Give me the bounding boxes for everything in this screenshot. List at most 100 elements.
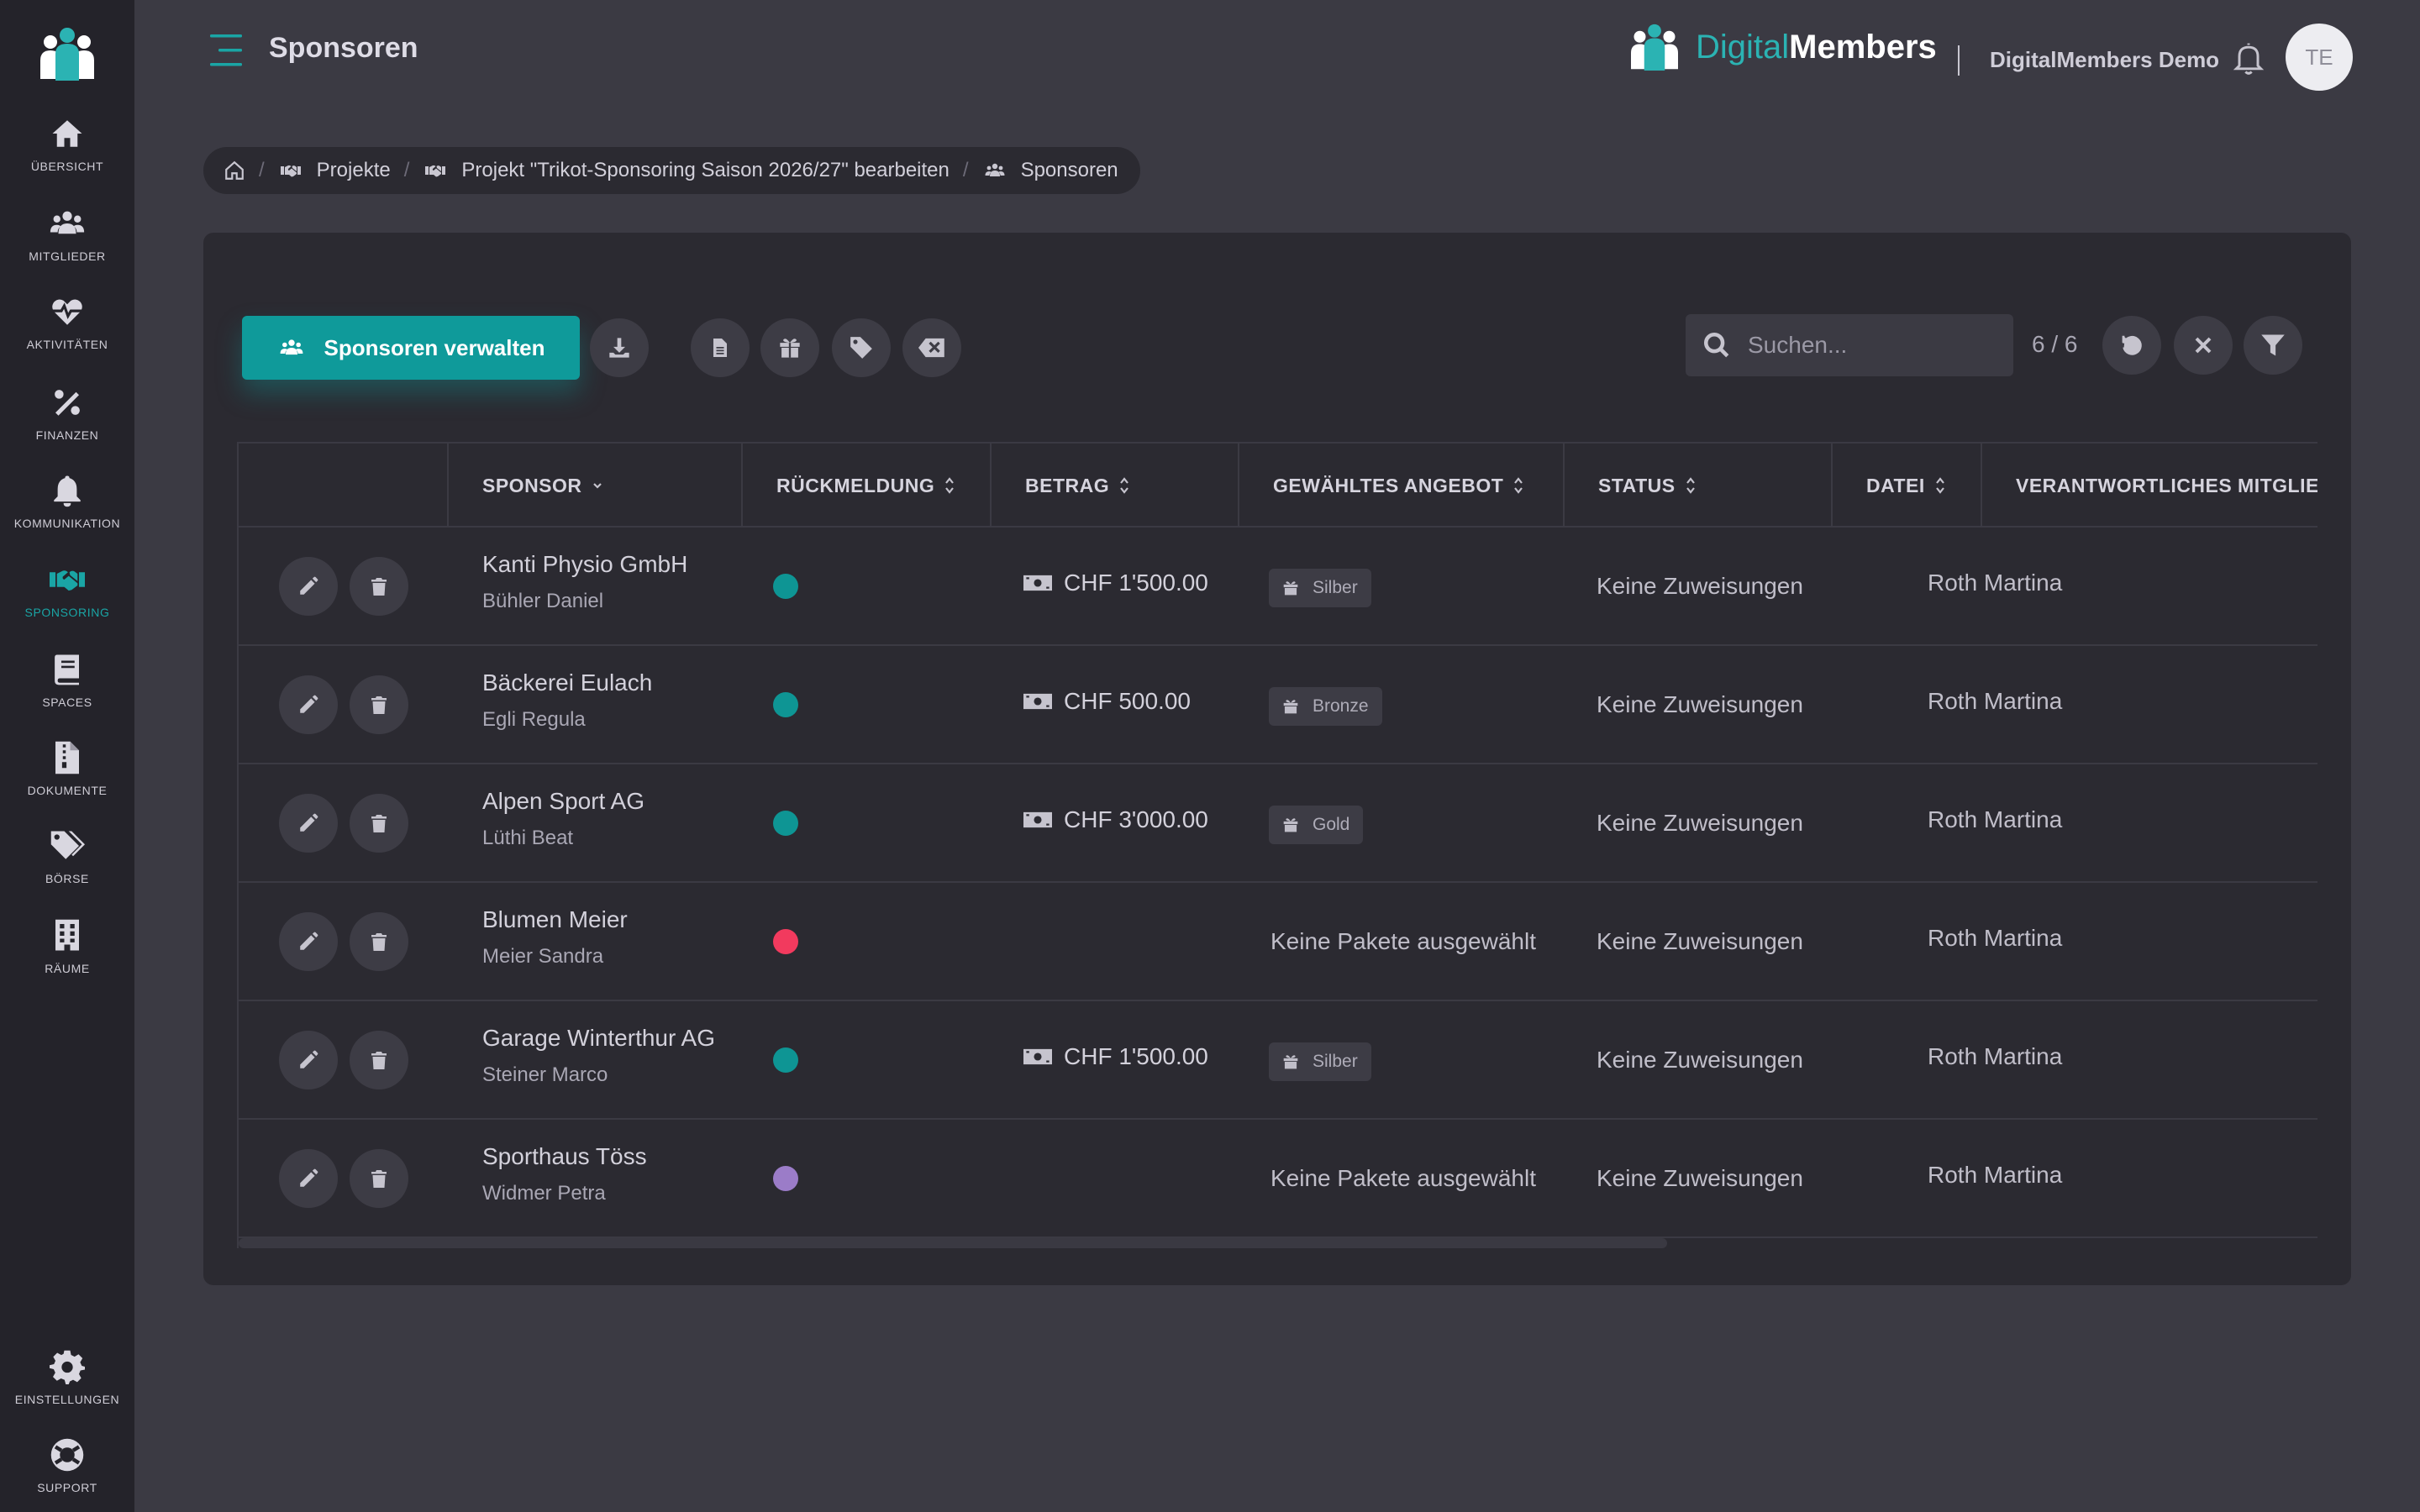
delete-button[interactable] [350, 912, 408, 971]
edit-button[interactable] [279, 794, 338, 853]
bell-icon [54, 475, 81, 507]
handshake-icon [280, 165, 301, 177]
logo-icon[interactable] [34, 27, 101, 81]
pencil-icon [300, 695, 318, 713]
gift-icon [1283, 1055, 1298, 1069]
sponsor-name[interactable]: Kanti Physio GmbH [482, 551, 687, 578]
home-icon[interactable] [224, 160, 245, 181]
manage-sponsors-button[interactable]: Sponsoren verwalten [242, 316, 580, 380]
manage-sponsors-label: Sponsoren verwalten [324, 334, 545, 360]
edit-button[interactable] [279, 1149, 338, 1208]
column-header-sponsor[interactable]: SPONSOR [447, 444, 741, 528]
sponsor-name[interactable]: Bäckerei Eulach [482, 669, 652, 696]
edit-button[interactable] [279, 1031, 338, 1089]
response-status-dot [773, 811, 798, 836]
sidebar-item-label: AKTIVITÄTEN [26, 338, 108, 351]
sponsor-contact: Lüthi Beat [482, 827, 574, 849]
no-package-text: Keine Pakete ausgewählt [1270, 1165, 1536, 1191]
clear-filter-button[interactable] [2174, 316, 2233, 375]
clear-tags-button[interactable] [902, 318, 961, 377]
column-header-verantwortliches-mitglied[interactable]: VERANTWORTLICHES MITGLIED [1981, 444, 2317, 528]
sidebar: ÜBERSICHT MITGLIEDER AKTIVITÄTEN FINANZE… [0, 0, 134, 1512]
sidebar-item-finanzen[interactable]: FINANZEN [0, 385, 134, 460]
amount-value: CHF 500.00 [1064, 688, 1191, 714]
reset-button[interactable] [2102, 316, 2161, 375]
delete-button[interactable] [350, 1031, 408, 1089]
column-header-betrag[interactable]: BETRAG [990, 444, 1238, 528]
gift-icon [780, 339, 800, 358]
column-header-label: VERANTWORTLICHES MITGLIED [2016, 474, 2317, 496]
column-header-label: GEWÄHLTES ANGEBOT [1273, 474, 1504, 496]
sponsor-name[interactable]: Sporthaus Töss [482, 1143, 647, 1170]
sponsor-name[interactable]: Alpen Sport AG [482, 788, 644, 815]
edit-button[interactable] [279, 912, 338, 971]
column-header-label: BETRAG [1025, 474, 1110, 496]
table-row: Bäckerei Eulach Egli Regula CHF 500.00 B… [239, 646, 2317, 764]
result-count: 6 / 6 [2032, 331, 2078, 357]
column-header-rueckmeldung[interactable]: RÜCKMELDUNG [741, 444, 990, 528]
breadcrumb-item-projekt-bearbeiten[interactable]: Projekt "Trikot-Sponsoring Saison 2026/2… [423, 159, 950, 182]
package-label: Silber [1313, 1052, 1358, 1071]
tags-icon [50, 831, 85, 859]
edit-button[interactable] [279, 675, 338, 734]
gift-button[interactable] [760, 318, 819, 377]
column-header-label: SPONSOR [482, 474, 582, 496]
horizontal-scrollbar[interactable] [239, 1238, 1667, 1248]
sponsor-name[interactable]: Garage Winterthur AG [482, 1025, 715, 1052]
download-button[interactable] [590, 318, 649, 377]
notifications-bell-icon[interactable] [2230, 39, 2267, 77]
sidebar-item-mitglieder[interactable]: MITGLIEDER [0, 206, 134, 281]
breadcrumb-item-sponsoren[interactable]: Sponsoren [982, 159, 1118, 182]
sort-icon [1120, 477, 1128, 494]
users-icon [50, 211, 85, 234]
breadcrumb-label: Projekt "Trikot-Sponsoring Saison 2026/2… [461, 159, 950, 181]
sidebar-item-raeume[interactable]: RÄUME [0, 918, 134, 994]
sidebar-item-aktivitaeten[interactable]: AKTIVITÄTEN [0, 294, 134, 370]
sidebar-item-label: FINANZEN [35, 428, 99, 442]
package-label: Gold [1313, 815, 1350, 834]
delete-button[interactable] [350, 557, 408, 616]
organization-name[interactable]: DigitalMembers Demo [1990, 47, 2219, 73]
document-icon [713, 339, 727, 357]
sidebar-item-label: DOKUMENTE [27, 784, 108, 797]
document-button[interactable] [691, 318, 750, 377]
column-header-status[interactable]: STATUS [1563, 444, 1831, 528]
sidebar-item-kommunikation[interactable]: KOMMUNIKATION [0, 473, 134, 549]
sidebar-item-label: MITGLIEDER [29, 249, 106, 263]
breadcrumb-label: Sponsoren [1020, 159, 1118, 181]
delete-button[interactable] [350, 675, 408, 734]
sidebar-item-boerse[interactable]: BÖRSE [0, 828, 134, 904]
money-icon [1023, 811, 1052, 828]
pencil-icon [300, 1050, 318, 1068]
response-status-dot [773, 929, 798, 954]
menu-toggle-icon[interactable] [208, 32, 245, 69]
search-input[interactable] [1748, 332, 2000, 359]
filter-button[interactable] [2244, 316, 2302, 375]
sidebar-item-label: SPONSORING [24, 606, 110, 619]
brand-logo[interactable]: DigitalMembers [1625, 24, 1937, 71]
sidebar-item-label: KOMMUNIKATION [13, 517, 121, 530]
tag-button[interactable] [832, 318, 891, 377]
sidebar-item-sponsoring[interactable]: SPONSORING [0, 562, 134, 638]
user-avatar[interactable]: TE [2286, 24, 2353, 91]
sponsor-name[interactable]: Blumen Meier [482, 906, 628, 933]
amount: CHF 3'000.00 [1023, 806, 1208, 833]
edit-button[interactable] [279, 557, 338, 616]
sidebar-item-uebersicht[interactable]: ÜBERSICHT [0, 116, 134, 192]
delete-button[interactable] [350, 794, 408, 853]
column-header-gewaehltes-angebot[interactable]: GEWÄHLTES ANGEBOT [1238, 444, 1563, 528]
delete-button[interactable] [350, 1149, 408, 1208]
amount: CHF 500.00 [1023, 688, 1191, 715]
sidebar-item-support[interactable]: SUPPORT [0, 1437, 134, 1512]
sidebar-item-spaces[interactable]: SPACES [0, 652, 134, 727]
tag-icon [850, 337, 872, 359]
column-header-datei[interactable]: DATEI [1831, 444, 1981, 528]
assignment-status: Keine Zuweisungen [1597, 928, 1803, 954]
responsible-member: Roth Martina [1928, 570, 2063, 596]
breadcrumb-item-projekte[interactable]: Projekte [278, 159, 391, 182]
breadcrumb-label: Projekte [316, 159, 391, 181]
search-box[interactable] [1686, 314, 2013, 376]
sidebar-item-einstellungen[interactable]: EINSTELLUNGEN [0, 1349, 134, 1425]
percent-icon [55, 390, 80, 416]
sidebar-item-dokumente[interactable]: DOKUMENTE [0, 740, 134, 816]
